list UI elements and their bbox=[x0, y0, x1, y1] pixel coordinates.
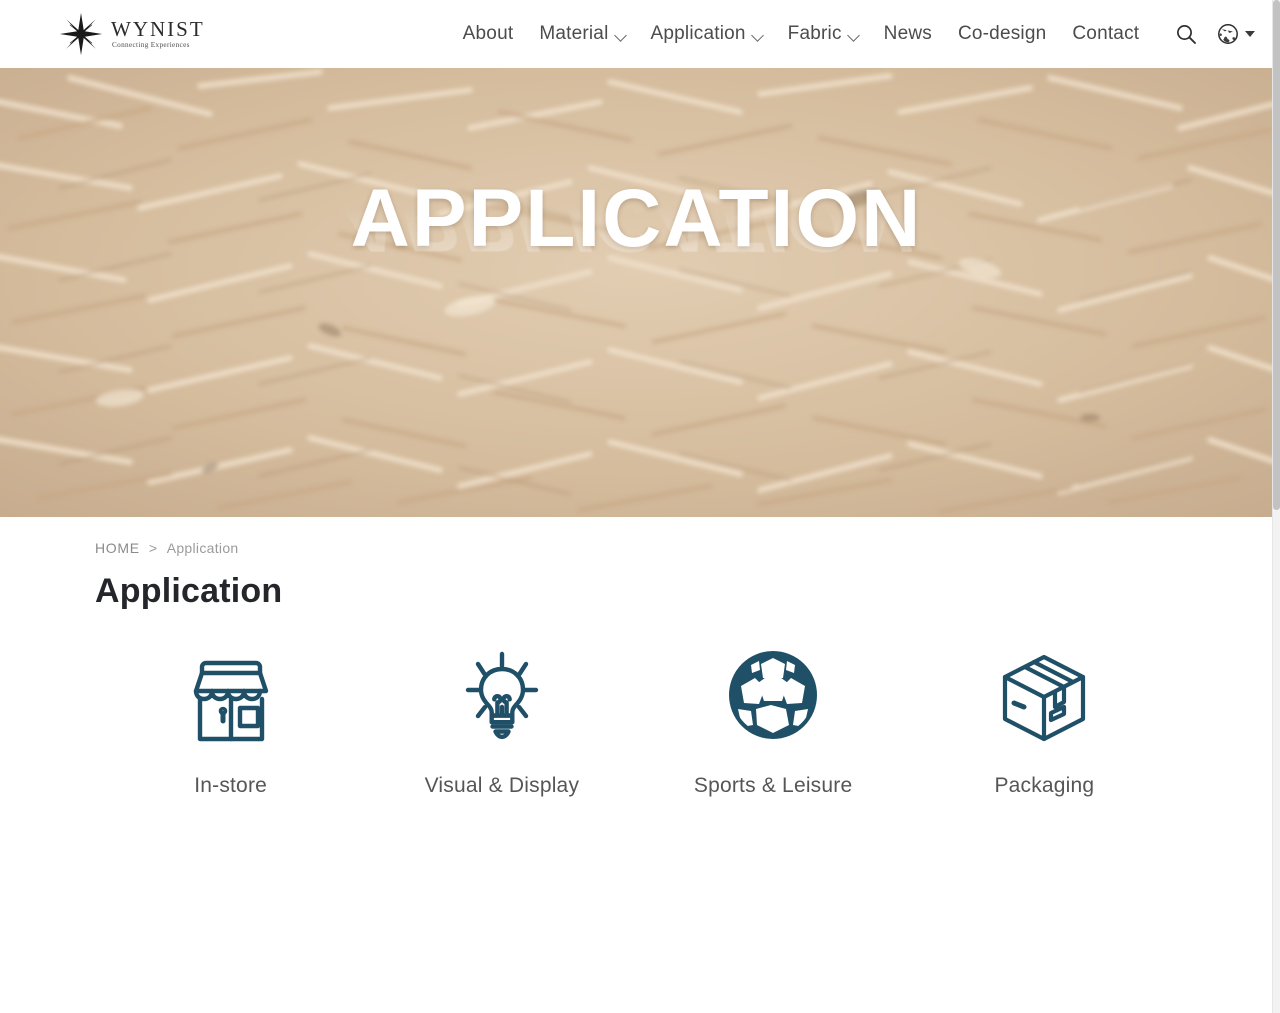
category-card-in-store[interactable]: In-store bbox=[95, 645, 366, 798]
category-icon-wrap bbox=[727, 645, 819, 745]
category-label: Visual & Display bbox=[424, 774, 580, 797]
header-icon-group bbox=[1174, 22, 1256, 46]
nav-item-fabric[interactable]: Fabric bbox=[775, 23, 871, 45]
category-icon-wrap bbox=[998, 645, 1090, 745]
lightbulb-icon bbox=[465, 651, 539, 740]
logo-tagline: Connecting Experiences bbox=[112, 41, 190, 50]
soccer-ball-icon bbox=[729, 651, 818, 742]
nav-item-news[interactable]: News bbox=[871, 23, 945, 45]
nav-item-material[interactable]: Material bbox=[526, 23, 637, 45]
breadcrumb-home-link[interactable]: HOME bbox=[95, 540, 140, 556]
breadcrumb-separator: > bbox=[148, 540, 158, 556]
nav-label: Fabric bbox=[787, 23, 842, 44]
nav-label: News bbox=[883, 23, 932, 44]
site-header: WYNIST Connecting Experiences About Mate… bbox=[0, 0, 1273, 68]
hero-title-reflection: APPLICATION bbox=[326, 176, 925, 268]
nav-label: Co-design bbox=[957, 23, 1047, 44]
search-icon bbox=[1177, 25, 1197, 44]
nav-label: Material bbox=[539, 23, 609, 44]
category-label: Sports & Leisure bbox=[693, 774, 853, 797]
globe-icon bbox=[1218, 24, 1239, 44]
compass-star-icon bbox=[59, 12, 103, 56]
breadcrumb-current: Application bbox=[166, 540, 239, 556]
main-content: HOME > Application Application In-store … bbox=[0, 517, 1273, 1013]
nav-item-contact[interactable]: Contact bbox=[1059, 23, 1152, 45]
category-label: In-store bbox=[194, 774, 268, 797]
search-button[interactable] bbox=[1174, 22, 1198, 46]
storefront-icon bbox=[193, 660, 268, 742]
chevron-down-icon bbox=[750, 29, 764, 42]
nav-label: Contact bbox=[1072, 23, 1140, 44]
category-label: Packaging bbox=[994, 774, 1095, 797]
category-icon-wrap bbox=[460, 645, 544, 745]
nav-item-co-design[interactable]: Co-design bbox=[945, 23, 1059, 45]
logo-link[interactable]: WYNIST Connecting Experiences bbox=[58, 11, 205, 57]
vertical-scrollbar-thumb[interactable] bbox=[1273, 0, 1280, 510]
breadcrumb: HOME > Application bbox=[95, 540, 239, 556]
page-title: Application bbox=[95, 572, 283, 610]
nav-item-application[interactable]: Application bbox=[638, 23, 775, 45]
nav-label: Application bbox=[650, 23, 746, 44]
logo-wordmark: WYNIST bbox=[111, 17, 205, 42]
category-card-packaging[interactable]: Packaging bbox=[909, 645, 1180, 798]
hero-banner: APPLICATION APPLICATION bbox=[0, 68, 1273, 517]
nav-label: About bbox=[462, 23, 514, 44]
chevron-down-icon bbox=[846, 29, 860, 42]
category-card-visual-display[interactable]: Visual & Display bbox=[366, 645, 637, 798]
hero-title-group: APPLICATION APPLICATION bbox=[0, 68, 1273, 517]
chevron-down-icon bbox=[1245, 31, 1256, 37]
box-icon bbox=[1003, 654, 1086, 742]
primary-navigation: About Material Application Fabric News C… bbox=[450, 23, 1153, 45]
application-category-grid: In-store Visual & Display Sports & Leisu… bbox=[95, 645, 1180, 798]
category-icon-wrap bbox=[189, 645, 273, 745]
category-card-sports-leisure[interactable]: Sports & Leisure bbox=[638, 645, 909, 798]
nav-item-about[interactable]: About bbox=[450, 23, 527, 45]
language-selector[interactable] bbox=[1216, 22, 1256, 46]
chevron-down-icon bbox=[613, 29, 627, 42]
